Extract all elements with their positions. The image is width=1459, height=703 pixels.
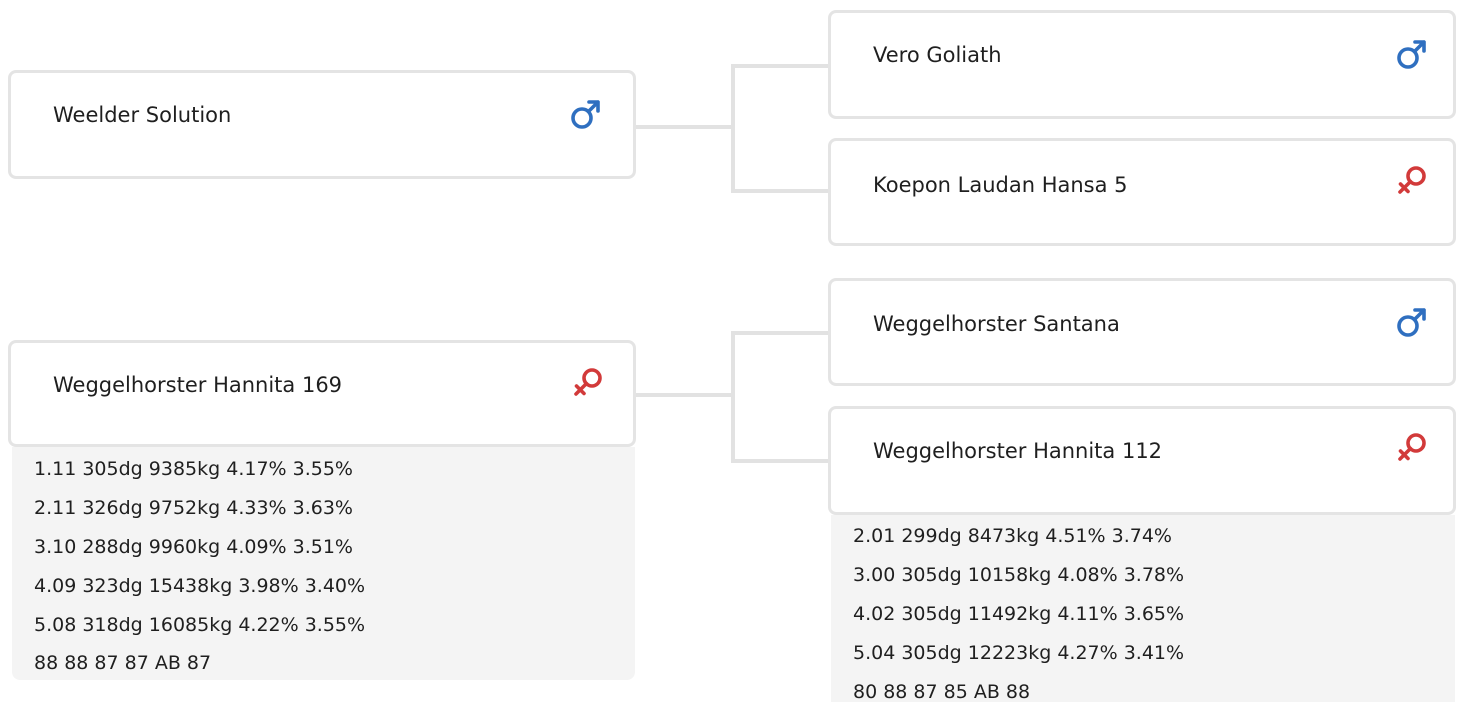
stats-line: 80 88 87 85 AB 88	[853, 681, 1031, 703]
female-symbol-icon	[1395, 163, 1429, 197]
stats-line: 2.01 299dg 8473kg 4.51% 3.74%	[853, 525, 1172, 547]
animal-name: Weggelhorster Hannita 112	[873, 439, 1163, 463]
male-symbol-icon	[1395, 37, 1429, 71]
stats-line: 3.00 305dg 10158kg 4.08% 3.78%	[853, 564, 1185, 586]
sire-dam-card[interactable]: Koepon Laudan Hansa 5	[828, 138, 1456, 246]
animal-name: Koepon Laudan Hansa 5	[873, 173, 1128, 197]
dam-dam-lactation-stats: 2.01 299dg 8473kg 4.51% 3.74% 3.00 305dg…	[831, 515, 1455, 702]
stats-line: 3.10 288dg 9960kg 4.09% 3.51%	[34, 536, 353, 558]
stats-line: 4.09 323dg 15438kg 3.98% 3.40%	[34, 575, 366, 597]
male-symbol-icon	[569, 97, 603, 131]
stats-line: 1.11 305dg 9385kg 4.17% 3.55%	[34, 458, 353, 480]
sire-sire-card[interactable]: Vero Goliath	[828, 10, 1456, 119]
dam-card[interactable]: Weggelhorster Hannita 169	[8, 340, 636, 447]
stats-line: 88 88 87 87 AB 87	[34, 652, 212, 674]
animal-name: Weggelhorster Santana	[873, 312, 1120, 336]
dam-lactation-stats: 1.11 305dg 9385kg 4.17% 3.55% 2.11 326dg…	[12, 447, 635, 680]
sire-card[interactable]: Weelder Solution	[8, 70, 636, 179]
stats-line: 4.02 305dg 11492kg 4.11% 3.65%	[853, 603, 1185, 625]
animal-name: Weelder Solution	[53, 103, 232, 127]
stats-line: 2.11 326dg 9752kg 4.33% 3.63%	[34, 497, 353, 519]
female-symbol-icon	[571, 365, 605, 399]
connector-sire-branch	[636, 64, 830, 193]
dam-dam-card[interactable]: Weggelhorster Hannita 112	[828, 406, 1456, 515]
stats-line: 5.04 305dg 12223kg 4.27% 3.41%	[853, 642, 1185, 664]
dam-sire-card[interactable]: Weggelhorster Santana	[828, 278, 1456, 386]
animal-name: Weggelhorster Hannita 169	[53, 373, 343, 397]
animal-name: Vero Goliath	[873, 43, 1002, 67]
stats-line: 5.08 318dg 16085kg 4.22% 3.55%	[34, 614, 366, 636]
male-symbol-icon	[1395, 305, 1429, 339]
female-symbol-icon	[1395, 430, 1429, 464]
connector-dam-branch	[636, 331, 830, 463]
